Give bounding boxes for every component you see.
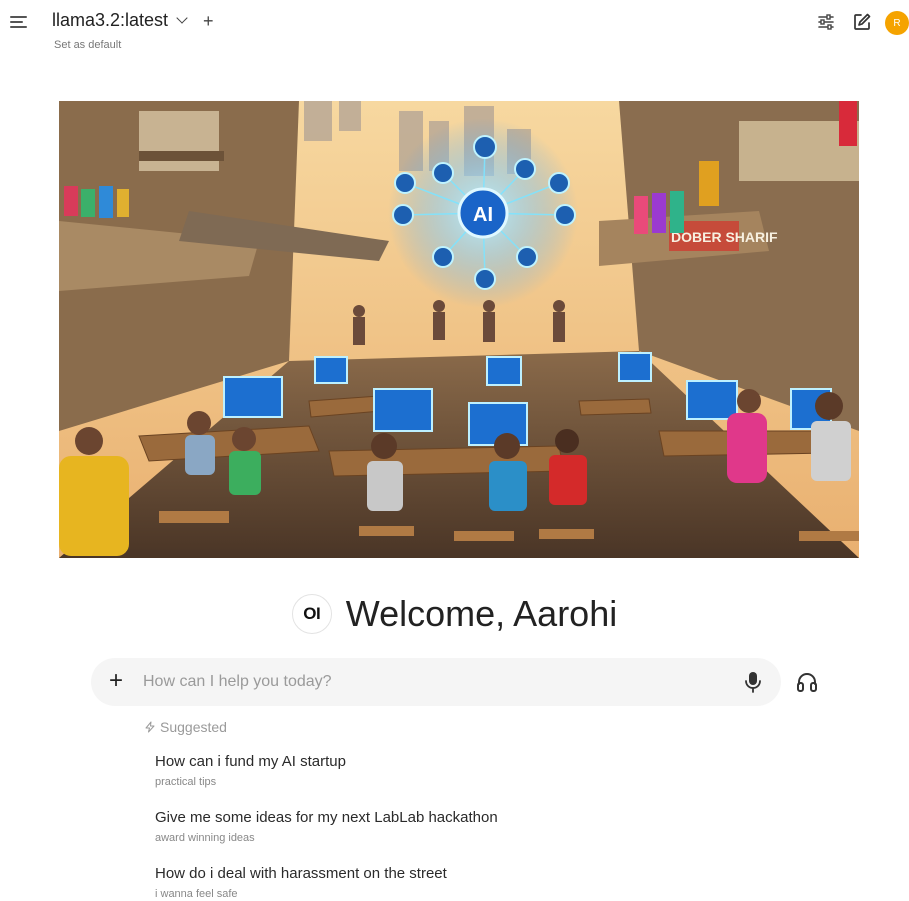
banner-image: DOBER SHARIF AI [59, 101, 859, 558]
suggested-header: Suggested [144, 719, 227, 735]
welcome-text: Welcome, Aarohi [345, 593, 618, 634]
set-default-button[interactable]: Set as default [54, 39, 121, 51]
suggestion-subtitle: practical tips [155, 776, 217, 788]
model-selector[interactable]: llama3.2:latest [52, 10, 188, 31]
microphone-icon[interactable] [743, 671, 763, 693]
suggestion-title: How do i deal with harassment on the str… [155, 865, 447, 882]
menu-icon[interactable] [10, 12, 30, 32]
sliders-icon[interactable] [817, 13, 835, 31]
add-attachment-button[interactable]: + [109, 669, 123, 693]
suggestion-item[interactable]: Give me some ideas for my next LabLab ha… [155, 808, 498, 864]
model-name[interactable]: llama3.2:latest [52, 10, 168, 31]
suggestion-title: How can i fund my AI startup [155, 753, 346, 770]
add-model-button[interactable]: + [203, 10, 214, 32]
ai-badge: AI [473, 204, 493, 226]
welcome-heading: OI Welcome, Aarohi [0, 592, 909, 636]
chat-input[interactable] [143, 670, 723, 694]
suggested-label: Suggested [160, 719, 227, 735]
shop-sign: DOBER SHARIF [671, 229, 778, 245]
user-avatar[interactable]: R [885, 11, 909, 35]
suggestion-subtitle: award winning ideas [155, 832, 255, 844]
top-bar: llama3.2:latest + Set as default R [0, 0, 909, 60]
suggestion-title: Give me some ideas for my next LabLab ha… [155, 809, 498, 826]
headphones-icon[interactable] [796, 671, 818, 693]
suggestion-list: How can i fund my AI startup practical t… [155, 752, 498, 901]
suggestion-subtitle: i wanna feel safe [155, 888, 238, 900]
open-webui-logo: OI [291, 594, 332, 634]
chevron-down-icon[interactable] [176, 12, 188, 24]
chat-input-bar: + [91, 658, 781, 706]
suggestion-item[interactable]: How do i deal with harassment on the str… [155, 864, 498, 901]
suggestion-item[interactable]: How can i fund my AI startup practical t… [155, 752, 498, 808]
lightning-icon [145, 721, 155, 733]
new-chat-edit-icon[interactable] [852, 12, 872, 32]
